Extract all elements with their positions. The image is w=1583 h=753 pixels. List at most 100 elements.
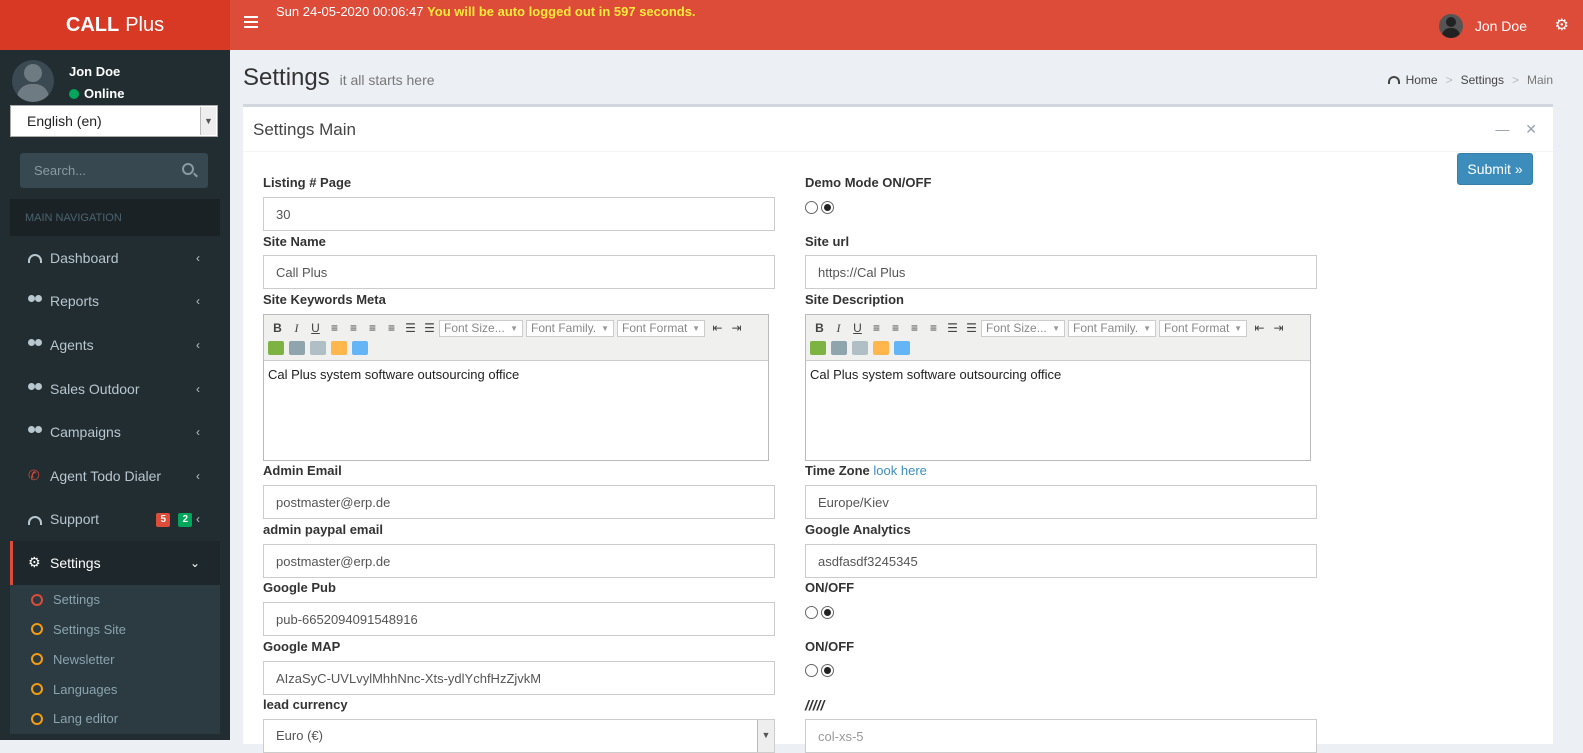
settings-box: Settings Main — ✕ Submit » Listing # Pag…: [243, 104, 1553, 753]
underline-button[interactable]: U: [848, 319, 867, 337]
align-center-icon[interactable]: ≡: [344, 319, 363, 337]
sidebar-item-agents[interactable]: Agents ‹: [10, 323, 220, 367]
align-left-icon[interactable]: ≡: [325, 319, 344, 337]
font-family-select[interactable]: Font Family. ▼: [1068, 319, 1156, 337]
breadcrumb-settings[interactable]: Settings: [1461, 73, 1504, 87]
slashes-input[interactable]: col-xs-5: [805, 719, 1317, 753]
analytics-input[interactable]: asdfasdf3245345: [805, 544, 1317, 578]
sidebar-item-agent-todo-dialer[interactable]: ✆ Agent Todo Dialer ‹: [10, 454, 220, 498]
color-palette-icon[interactable]: [873, 341, 889, 355]
collapse-icon[interactable]: —: [1495, 121, 1509, 137]
description-editor[interactable]: B I U ≡ ≡ ≡ ≡ ☰ ☰ Font Size... ▼ Font Fam…: [805, 314, 1311, 461]
phone-icon: ✆: [28, 466, 40, 483]
submenu-item-languages[interactable]: Languages: [10, 674, 220, 704]
edit-icon[interactable]: [268, 341, 284, 355]
close-icon[interactable]: ✕: [1525, 121, 1537, 137]
keywords-text[interactable]: Cal Plus system software outsourcing off…: [264, 361, 768, 388]
user-menu[interactable]: Jon Doe: [1438, 14, 1527, 38]
sidebar-toggle-icon[interactable]: [244, 16, 258, 28]
submenu-item-settings-site[interactable]: Settings Site: [10, 615, 220, 645]
analytics-onoff-radios: [805, 606, 837, 619]
font-family-select[interactable]: Font Family. ▼: [526, 319, 614, 337]
bold-button[interactable]: B: [810, 319, 829, 337]
submenu-label: Newsletter: [53, 651, 115, 667]
analytics-on-radio[interactable]: [821, 606, 834, 619]
unlink-icon[interactable]: [852, 341, 868, 355]
google-pub-input[interactable]: pub-6652094091548916: [263, 602, 775, 636]
sidebar-search[interactable]: Search...: [20, 153, 208, 188]
map-on-radio[interactable]: [821, 664, 834, 677]
sidebar: Jon Doe Online English (en) ▼ Search... …: [0, 50, 230, 740]
align-justify-icon[interactable]: ≡: [382, 319, 401, 337]
box-divider: [243, 151, 1553, 152]
color-palette-icon[interactable]: [331, 341, 347, 355]
numbered-list-icon[interactable]: ☰: [962, 319, 981, 337]
analytics-off-radio[interactable]: [805, 606, 818, 619]
search-icon[interactable]: [182, 163, 194, 175]
sidebar-item-sales-outdoor[interactable]: Sales Outdoor ‹: [10, 367, 220, 411]
description-text[interactable]: Cal Plus system software outsourcing off…: [806, 361, 1310, 388]
numbered-list-icon[interactable]: ☰: [420, 319, 439, 337]
image-icon[interactable]: [352, 341, 368, 355]
google-map-input[interactable]: AIzaSyC-UVLvylMhhNnc-Xts-ydlYchfHzZjvkM: [263, 661, 775, 695]
site-name-input[interactable]: Call Plus: [263, 255, 775, 289]
link-icon[interactable]: [831, 341, 847, 355]
submenu-item-newsletter[interactable]: Newsletter: [10, 644, 220, 674]
indent-icon[interactable]: ⇥: [727, 319, 746, 337]
editor-toolbar: B I U ≡ ≡ ≡ ≡ ☰ ☰ Font Size... ▼ Font Fam…: [264, 315, 768, 361]
currency-label: lead currency: [263, 697, 348, 712]
gears-icon[interactable]: ⚙: [1555, 15, 1569, 35]
sidebar-item-label: Reports: [50, 293, 100, 310]
align-right-icon[interactable]: ≡: [905, 319, 924, 337]
link-icon[interactable]: [289, 341, 305, 355]
indent-icon[interactable]: ⇥: [1269, 319, 1288, 337]
slashes-label: /////: [805, 697, 825, 713]
listing-input[interactable]: 30: [263, 197, 775, 231]
unlink-icon[interactable]: [310, 341, 326, 355]
image-icon[interactable]: [894, 341, 910, 355]
align-justify-icon[interactable]: ≡: [924, 319, 943, 337]
italic-button[interactable]: I: [287, 319, 306, 337]
map-off-radio[interactable]: [805, 664, 818, 677]
sidebar-item-reports[interactable]: Reports ‹: [10, 280, 220, 324]
currency-select[interactable]: Euro (€) ▼: [263, 719, 775, 753]
sidebar-item-campaigns[interactable]: Campaigns ‹: [10, 410, 220, 454]
demo-on-radio[interactable]: [821, 201, 834, 214]
map-onoff-label: ON/OFF: [805, 639, 855, 654]
brand-logo[interactable]: CALL Plus: [0, 0, 230, 50]
keywords-editor[interactable]: B I U ≡ ≡ ≡ ≡ ☰ ☰ Font Size... ▼ Font Fam…: [263, 314, 769, 461]
bullet-list-icon[interactable]: ☰: [943, 319, 962, 337]
align-left-icon[interactable]: ≡: [867, 319, 886, 337]
align-right-icon[interactable]: ≡: [363, 319, 382, 337]
outdent-icon[interactable]: ⇤: [708, 319, 727, 337]
users-icon: [28, 382, 42, 395]
timezone-link[interactable]: look here: [873, 463, 926, 478]
italic-button[interactable]: I: [829, 319, 848, 337]
paypal-email-input[interactable]: postmaster@erp.de: [263, 544, 775, 578]
user-menu-name: Jon Doe: [1474, 18, 1527, 34]
underline-button[interactable]: U: [306, 319, 325, 337]
edit-icon[interactable]: [810, 341, 826, 355]
submenu-item-lang-editor[interactable]: Lang editor: [10, 704, 220, 734]
align-center-icon[interactable]: ≡: [886, 319, 905, 337]
sidebar-item-support[interactable]: Support 5 2 ‹: [10, 498, 220, 542]
status-text: Online: [84, 86, 125, 101]
submenu-item-settings[interactable]: Settings: [10, 585, 220, 615]
font-format-select[interactable]: Font Format ▼: [1159, 319, 1247, 337]
submit-button[interactable]: Submit »: [1457, 153, 1533, 185]
timezone-input[interactable]: Europe/Kiev: [805, 485, 1317, 519]
language-select[interactable]: English (en) ▼: [10, 105, 218, 137]
outdent-icon[interactable]: ⇤: [1250, 319, 1269, 337]
sidebar-item-dashboard[interactable]: Dashboard ‹: [10, 236, 220, 280]
bold-button[interactable]: B: [268, 319, 287, 337]
font-size-select[interactable]: Font Size... ▼: [981, 319, 1065, 337]
sidebar-item-settings[interactable]: ⚙ Settings ⌄: [10, 541, 220, 585]
bullet-list-icon[interactable]: ☰: [401, 319, 420, 337]
font-size-select[interactable]: Font Size... ▼: [439, 319, 523, 337]
admin-email-input[interactable]: postmaster@erp.de: [263, 485, 775, 519]
font-family-text: Font Family.: [531, 321, 597, 335]
site-url-input[interactable]: https://Cal Plus: [805, 255, 1317, 289]
breadcrumb-home[interactable]: Home: [1406, 73, 1438, 87]
font-format-select[interactable]: Font Format ▼: [617, 319, 705, 337]
demo-off-radio[interactable]: [805, 201, 818, 214]
